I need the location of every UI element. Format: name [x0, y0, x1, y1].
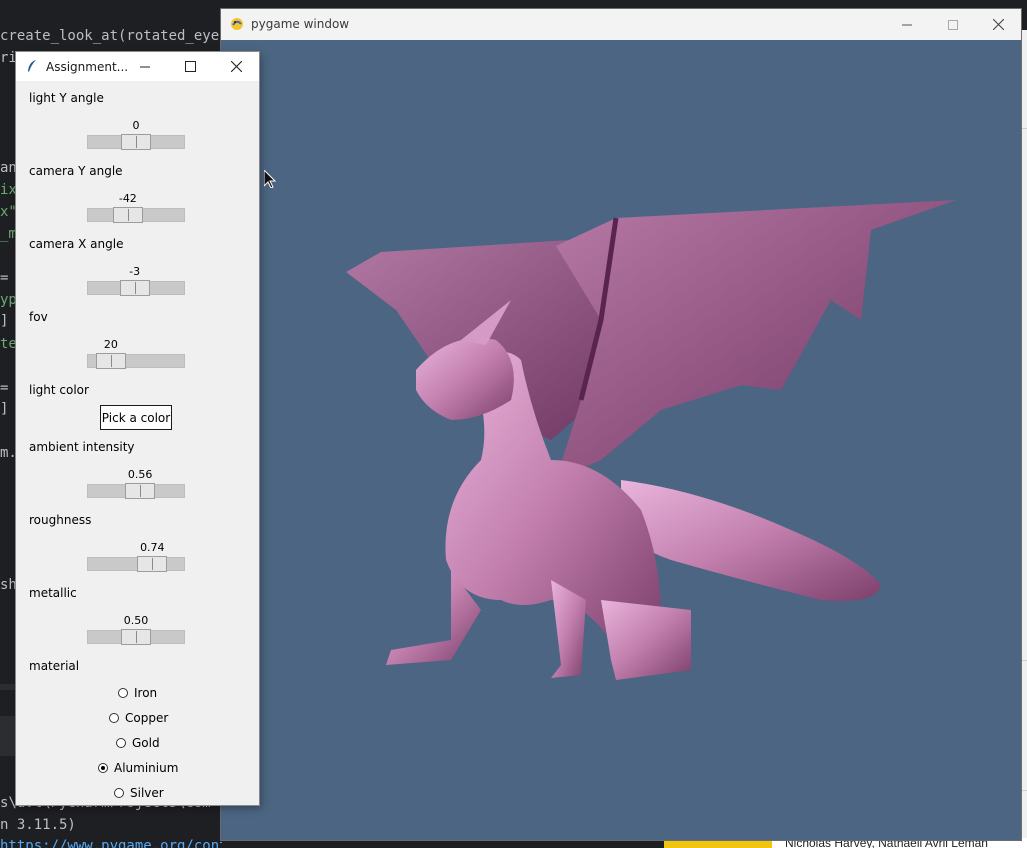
slider-thumb[interactable]: [112, 207, 143, 223]
maximize-icon: [948, 19, 958, 30]
code-line: ]: [0, 313, 9, 329]
material-radio-gold[interactable]: Gold: [116, 735, 160, 751]
code-line: _m: [0, 226, 17, 242]
radio-button-icon[interactable]: [98, 763, 108, 773]
material-radio-iron[interactable]: Iron: [118, 685, 157, 701]
light-y-angle-label: light Y angle: [29, 91, 104, 105]
radio-label: Copper: [125, 711, 169, 725]
code-line: te: [0, 336, 17, 352]
code-line: yp: [0, 292, 17, 308]
light-y-angle-slider[interactable]: 0: [87, 119, 185, 153]
material-radio-copper[interactable]: Copper: [109, 710, 168, 726]
code-line: =: [0, 270, 9, 286]
metallic-slider[interactable]: 0.50: [87, 614, 185, 648]
pygame-window[interactable]: pygame window: [221, 9, 1021, 840]
code-line: ]: [0, 401, 9, 417]
roughness-slider[interactable]: 0.74: [87, 541, 185, 575]
close-icon: [992, 19, 1004, 30]
ambient-intensity-label: ambient intensity: [29, 440, 135, 454]
pick-color-button[interactable]: Pick a color: [100, 405, 172, 430]
terminal-line: n 3.11.5): [0, 817, 76, 833]
pygame-minimize-button[interactable]: [884, 9, 930, 40]
controls-minimize-button[interactable]: [123, 52, 167, 81]
fov-label: fov: [29, 310, 48, 324]
code-line: sh: [0, 577, 17, 593]
pygame-snake-icon: [231, 18, 243, 30]
code-line: x": [0, 204, 17, 220]
slider-value: 20: [103, 338, 118, 351]
camera-x-angle-label: camera X angle: [29, 237, 124, 251]
close-icon: [230, 61, 242, 72]
material-label: material: [29, 659, 80, 673]
slider-trough[interactable]: [87, 557, 185, 571]
background-window-right: [1021, 0, 1027, 848]
radio-label: Gold: [132, 736, 160, 750]
terminal-link[interactable]: https://www.pygame.org/contribute.html: [0, 838, 222, 848]
camera-x-angle-slider[interactable]: -3: [87, 265, 185, 299]
dragon-model: [346, 200, 956, 680]
mouse-cursor-icon: [264, 170, 276, 188]
ambient-intensity-slider[interactable]: 0.56: [87, 468, 185, 502]
pygame-close-button[interactable]: [975, 9, 1021, 40]
code-line: m.: [0, 445, 17, 461]
slider-thumb[interactable]: [121, 134, 151, 150]
render-viewport[interactable]: [221, 40, 1021, 840]
material-radio-aluminium[interactable]: Aluminium: [98, 760, 178, 776]
light-color-label: light color: [29, 383, 89, 397]
pygame-titlebar[interactable]: pygame window: [221, 9, 1021, 40]
slider-thumb[interactable]: [119, 280, 150, 296]
code-line: ix: [0, 182, 17, 198]
slider-value: 0.74: [140, 541, 165, 554]
code-line: ri: [0, 50, 17, 66]
controls-window[interactable]: Assignment... light Y angle 0 camera Y a…: [16, 52, 259, 805]
pygame-window-title: pygame window: [251, 17, 350, 31]
slider-thumb[interactable]: [95, 353, 126, 369]
radio-label: Aluminium: [114, 761, 179, 775]
fov-slider[interactable]: 20: [87, 338, 185, 372]
radio-button-icon[interactable]: [116, 738, 126, 748]
maximize-icon: [184, 61, 196, 72]
slider-thumb[interactable]: [125, 483, 156, 499]
radio-label: Iron: [134, 686, 158, 700]
slider-thumb[interactable]: [121, 629, 151, 645]
camera-y-angle-slider[interactable]: -42: [87, 192, 185, 226]
roughness-label: roughness: [29, 513, 92, 527]
code-line: an: [0, 160, 17, 176]
minimize-icon: [902, 24, 912, 25]
radio-label: Silver: [130, 786, 164, 800]
slider-value: -3: [129, 265, 141, 278]
slider-value: -42: [118, 192, 137, 205]
camera-y-angle-label: camera Y angle: [29, 164, 123, 178]
controls-maximize-button[interactable]: [168, 52, 212, 81]
code-line: create_look_at(rotated_eye,: [0, 28, 222, 44]
slider-thumb[interactable]: [137, 556, 168, 572]
minimize-icon: [140, 66, 150, 67]
slider-value: 0.50: [123, 614, 149, 627]
radio-button-icon[interactable]: [114, 788, 124, 798]
radio-button-icon[interactable]: [109, 713, 119, 723]
pygame-maximize-button[interactable]: [930, 9, 976, 40]
controls-window-title: Assignment...: [46, 60, 129, 74]
code-line: =: [0, 380, 9, 396]
slider-value: 0: [132, 119, 140, 132]
feather-icon: [28, 60, 36, 72]
controls-close-button[interactable]: [214, 52, 258, 81]
material-radio-silver[interactable]: Silver: [114, 785, 164, 801]
metallic-label: metallic: [29, 586, 77, 600]
controls-titlebar[interactable]: Assignment...: [16, 52, 259, 81]
terminal-gutter: [0, 716, 16, 756]
slider-value: 0.56: [127, 468, 153, 481]
radio-button-icon[interactable]: [118, 688, 128, 698]
